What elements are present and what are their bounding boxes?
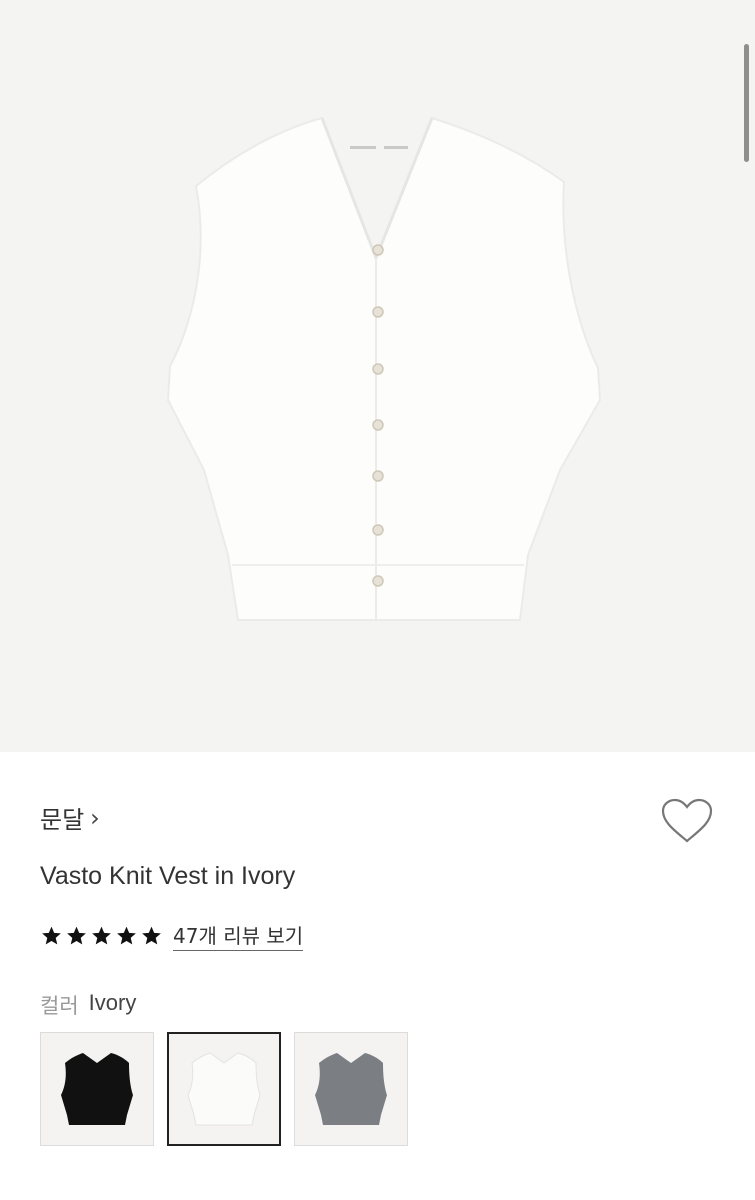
swatch-ivory[interactable] xyxy=(167,1032,281,1146)
star-filled-icon xyxy=(92,926,111,944)
product-title: Vasto Knit Vest in Ivory xyxy=(40,862,296,890)
color-label: 컬러 xyxy=(40,994,79,1018)
color-swatches xyxy=(40,1032,408,1146)
heart-outline-icon[interactable] xyxy=(660,798,714,844)
swatch-grey[interactable] xyxy=(294,1032,408,1146)
color-value: Ivory xyxy=(88,990,137,1015)
brand-link[interactable]: 문달 › xyxy=(40,800,100,835)
product-info: 문달 › Vasto Knit Vest in Ivory 47개 리뷰 보기 … xyxy=(0,752,755,1200)
vest-thumbnail-black xyxy=(61,1053,133,1125)
brand-name: 문달 xyxy=(40,806,85,834)
rating-row: 47개 리뷰 보기 xyxy=(40,920,304,951)
product-image-vest xyxy=(166,116,602,621)
product-image-area[interactable] xyxy=(0,0,755,752)
scrollbar[interactable] xyxy=(744,44,749,162)
star-filled-icon xyxy=(42,926,61,944)
vest-thumbnail-grey xyxy=(315,1053,387,1125)
star-filled-icon xyxy=(142,926,161,944)
chevron-right-icon: › xyxy=(90,803,100,832)
vest-thumbnail-ivory xyxy=(187,1052,261,1126)
star-filled-icon xyxy=(117,926,136,944)
review-link[interactable]: 47개 리뷰 보기 xyxy=(173,920,304,951)
color-selector-label: 컬러 Ivory xyxy=(40,990,136,1020)
star-filled-icon xyxy=(67,926,86,944)
swatch-black[interactable] xyxy=(40,1032,154,1146)
rating-stars xyxy=(40,925,163,947)
